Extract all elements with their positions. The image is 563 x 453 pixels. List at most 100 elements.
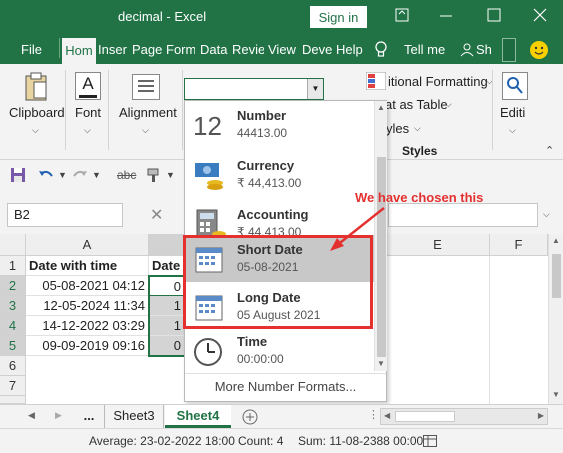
cell-a1[interactable]: Date with time (26, 256, 149, 276)
redo-icon[interactable] (72, 167, 88, 183)
tab-developer[interactable]: Deve (302, 42, 332, 57)
scroll-right-icon[interactable]: ▶ (55, 410, 62, 421)
sheet-tab-more[interactable]: ... (76, 405, 102, 428)
alignment-label[interactable]: Alignment (119, 105, 177, 120)
status-sum: Sum: 11-08-2388 00:00 (298, 434, 424, 448)
vertical-scrollbar[interactable]: ▲ ▼ (548, 234, 563, 404)
cell-b2[interactable]: 0 (149, 276, 185, 296)
font-label[interactable]: Font (75, 105, 101, 120)
alignment-icon[interactable] (132, 74, 160, 100)
row-header[interactable]: 6 (0, 356, 26, 376)
cell-b3[interactable]: 1 (149, 296, 185, 316)
format-painter-icon[interactable] (146, 167, 162, 183)
sign-in-button[interactable]: Sign in (310, 6, 367, 28)
number-icon: 12 (193, 111, 222, 141)
clipboard-label[interactable]: Clipboard (9, 105, 65, 120)
format-name: Currency (237, 158, 295, 173)
minimize-icon[interactable] (438, 7, 454, 23)
sheet-tab-sheet4[interactable]: Sheet4 (165, 405, 231, 428)
status-bar: Average: 23-02-2022 18:00 Count: 4 Sum: … (0, 428, 563, 453)
formula-input[interactable] (388, 203, 538, 227)
collapse-ribbon-icon[interactable]: ⌃ (545, 144, 554, 157)
column-header-f[interactable]: F (490, 234, 548, 256)
scroll-left-icon[interactable]: ◀ (28, 410, 35, 421)
normal-view-icon[interactable] (423, 435, 437, 447)
close-icon[interactable] (532, 7, 548, 23)
column-header-e[interactable]: E (386, 234, 490, 256)
number-format-combobox[interactable]: ▼ (184, 78, 324, 100)
maximize-icon[interactable] (486, 7, 502, 23)
horizontal-scrollbar[interactable]: ◀ ▶ (380, 408, 548, 425)
format-name: Number (237, 108, 287, 123)
tab-help[interactable]: Help (336, 42, 366, 57)
row-header[interactable]: 7 (0, 376, 26, 396)
scrollbar-thumb[interactable] (395, 411, 455, 422)
tab-insert[interactable]: Inser (98, 42, 128, 57)
tab-view[interactable]: View (268, 42, 298, 57)
chevron-down-icon[interactable]: ▼ (307, 79, 323, 99)
ribbon-display-options-icon[interactable] (394, 7, 410, 23)
search-icon[interactable] (502, 72, 528, 100)
row-header[interactable] (0, 396, 26, 404)
cancel-icon[interactable]: ✕ (150, 205, 163, 225)
font-icon[interactable]: A (75, 72, 101, 100)
tab-review[interactable]: Revie (232, 42, 264, 57)
format-as-table-label[interactable]: at as Table (385, 97, 448, 112)
ribbon-tabs: File Hom Inser Page Form Data Revie View… (0, 34, 563, 64)
annotation-highlight-box (183, 235, 373, 329)
tab-page-layout[interactable]: Page (132, 42, 162, 57)
cell-a2[interactable]: 05-08-2021 04:12 (26, 276, 149, 296)
share-button[interactable]: Sh (476, 42, 492, 57)
row-header[interactable]: 4 (0, 316, 26, 336)
cell-b5[interactable]: 0 (149, 336, 185, 356)
clock-icon (194, 338, 222, 366)
chevron-down-icon: ⌵ (32, 125, 39, 135)
row-header[interactable]: 5 (0, 336, 26, 356)
paste-icon[interactable] (24, 72, 48, 102)
lightbulb-icon (375, 41, 387, 57)
scrollbar-thumb[interactable] (552, 254, 561, 298)
cell-a4[interactable]: 14-12-2022 03:29 (26, 316, 149, 336)
window-title: decimal - Excel (118, 9, 207, 24)
format-preview: ₹ 44,413.00 (237, 176, 302, 190)
select-all-corner[interactable] (0, 234, 26, 256)
column-header-b[interactable] (149, 234, 185, 256)
chevron-down-icon[interactable]: ⌵ (543, 209, 550, 220)
add-sheet-icon[interactable] (242, 409, 258, 425)
undo-icon[interactable] (38, 167, 54, 183)
sheet-tab-bar: ◀ ▶ ... Sheet3 Sheet4 ⋮ ◀ ▶ (0, 404, 563, 428)
tell-me-search[interactable]: Tell me (404, 42, 445, 57)
row-header[interactable]: 2 (0, 276, 26, 296)
person-icon (460, 43, 474, 57)
format-option-number[interactable]: 12 Number 44413.00 (185, 101, 374, 150)
conditional-formatting-icon[interactable] (366, 72, 386, 90)
save-icon[interactable] (10, 167, 26, 183)
more-number-formats-link[interactable]: More Number Formats... (185, 373, 386, 401)
name-box[interactable]: B2 (7, 203, 123, 227)
annotation-text: We have chosen this (355, 190, 484, 205)
cell-b4[interactable]: 1 (149, 316, 185, 336)
tab-home[interactable]: Hom (62, 38, 96, 64)
smiley-icon[interactable] (529, 40, 549, 60)
editing-label[interactable]: Editi (500, 105, 525, 120)
cell-b1[interactable]: Date (149, 256, 185, 276)
tab-data[interactable]: Data (200, 42, 228, 57)
format-preview: 44413.00 (237, 126, 288, 140)
strikethrough-icon[interactable]: abc (117, 168, 136, 182)
cell-styles-label[interactable]: yles (386, 121, 409, 136)
cell-a5[interactable]: 09-09-2019 09:16 (26, 336, 149, 356)
scrollbar-thumb[interactable] (377, 157, 386, 357)
row-header[interactable]: 3 (0, 296, 26, 316)
cell-a3[interactable]: 12-05-2024 11:34 (26, 296, 149, 316)
currency-icon (195, 163, 223, 190)
column-header-a[interactable]: A (26, 234, 149, 256)
quick-access-toolbar: ▼ ▼ abc ▼ (0, 160, 190, 190)
tab-formulas[interactable]: Form (166, 42, 195, 57)
format-option-time[interactable]: Time 00:00:00 (185, 327, 374, 376)
tab-file[interactable]: File (21, 42, 42, 57)
row-header[interactable]: 1 (0, 256, 26, 276)
sheet-tab-sheet3[interactable]: Sheet3 (104, 405, 164, 428)
format-option-currency[interactable]: Currency ₹ 44,413.00 (185, 151, 374, 200)
tab-scroll-button[interactable] (502, 38, 516, 62)
conditional-formatting-label[interactable]: itional Formatting (388, 74, 488, 89)
